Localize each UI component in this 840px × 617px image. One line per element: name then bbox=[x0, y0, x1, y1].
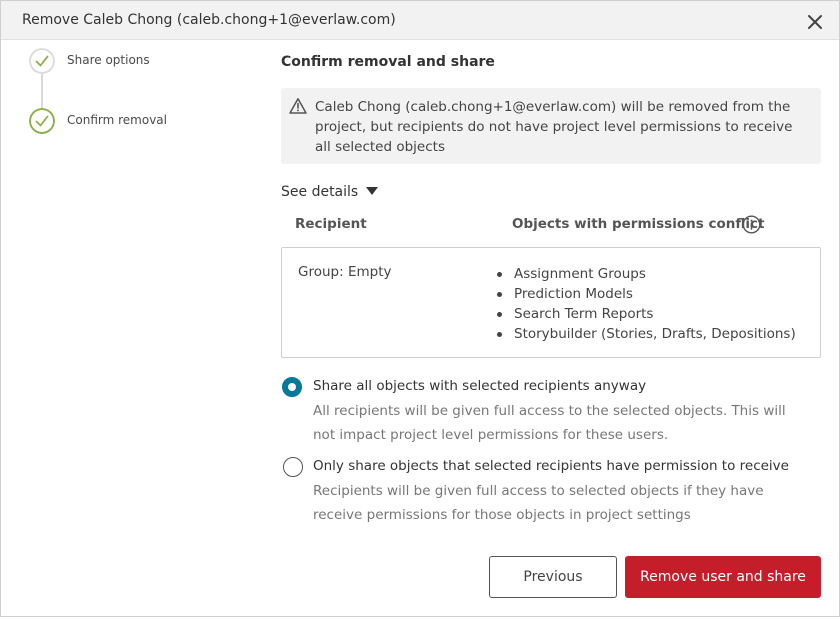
close-icon[interactable] bbox=[806, 13, 824, 31]
share-all-label[interactable]: Share all objects with selected recipien… bbox=[313, 378, 646, 394]
objects-list: Assignment Groups Prediction Models Sear… bbox=[496, 264, 796, 344]
remove-user-dialog: Remove Caleb Chong (caleb.chong+1@everla… bbox=[0, 0, 840, 617]
share-permitted-radio[interactable] bbox=[283, 457, 303, 477]
see-details-toggle[interactable]: See details bbox=[281, 184, 379, 200]
warning-banner: Caleb Chong (caleb.chong+1@everlaw.com) … bbox=[281, 88, 821, 164]
info-icon[interactable] bbox=[742, 215, 761, 234]
section-heading: Confirm removal and share bbox=[281, 54, 495, 70]
list-item: Assignment Groups bbox=[496, 264, 796, 284]
check-icon bbox=[29, 48, 55, 74]
list-item: Prediction Models bbox=[496, 284, 796, 304]
share-all-radio[interactable] bbox=[282, 377, 302, 397]
warning-text: Caleb Chong (caleb.chong+1@everlaw.com) … bbox=[315, 99, 793, 155]
share-permitted-label[interactable]: Only share objects that selected recipie… bbox=[313, 458, 789, 474]
warning-icon bbox=[289, 98, 307, 114]
stepper-connector bbox=[41, 74, 43, 110]
column-header-recipient: Recipient bbox=[295, 216, 367, 232]
share-all-description: All recipients will be given full access… bbox=[313, 403, 786, 443]
list-item: Storybuilder (Stories, Drafts, Depositio… bbox=[496, 324, 796, 344]
column-header-objects: Objects with permissions conflict bbox=[512, 216, 765, 232]
conflict-table: Group: Empty Assignment Groups Predictio… bbox=[281, 247, 821, 358]
recipient-cell: Group: Empty bbox=[298, 264, 392, 280]
caret-down-icon bbox=[366, 187, 379, 195]
dialog-title: Remove Caleb Chong (caleb.chong+1@everla… bbox=[22, 12, 396, 28]
step-label: Confirm removal bbox=[67, 113, 167, 127]
previous-button[interactable]: Previous bbox=[489, 556, 617, 598]
dialog-header: Remove Caleb Chong (caleb.chong+1@everla… bbox=[1, 1, 839, 40]
share-permitted-description: Recipients will be given full access to … bbox=[313, 483, 764, 523]
remove-user-and-share-button[interactable]: Remove user and share bbox=[625, 556, 821, 598]
step-label: Share options bbox=[67, 53, 150, 67]
list-item: Search Term Reports bbox=[496, 304, 796, 324]
check-icon bbox=[29, 108, 55, 134]
see-details-label: See details bbox=[281, 184, 359, 200]
